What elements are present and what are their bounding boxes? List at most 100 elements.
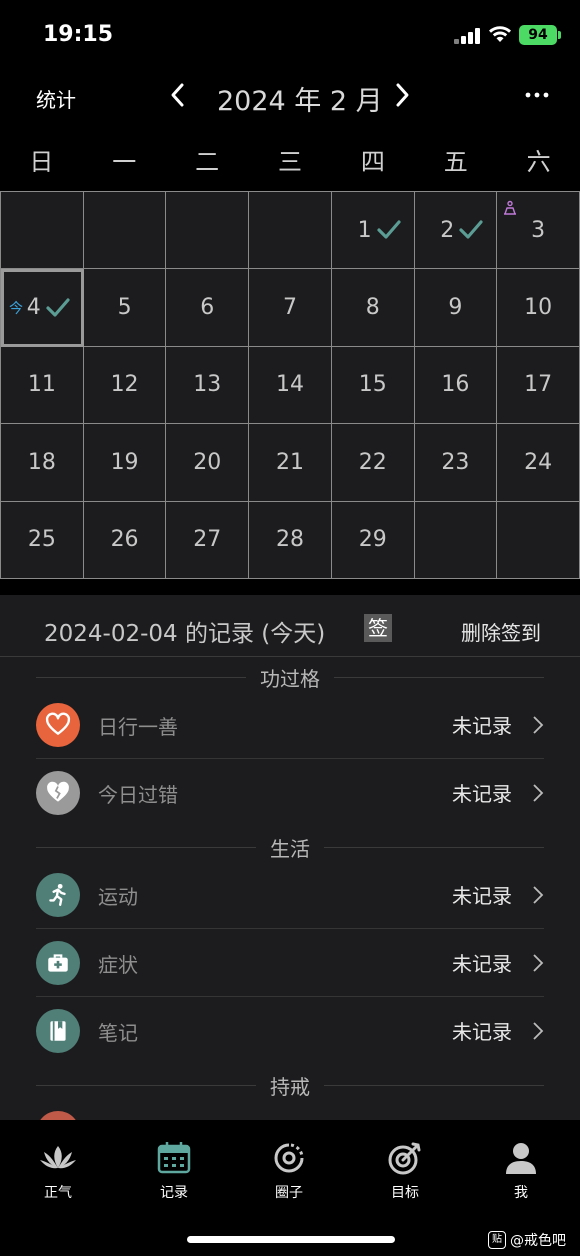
section-title: 生活 xyxy=(256,833,324,862)
meditation-badge-icon xyxy=(502,200,518,216)
checkin-check-icon xyxy=(376,217,402,243)
day-number: 19 xyxy=(110,449,139,475)
record-label: 日行一善 xyxy=(98,715,178,739)
calendar-empty-cell xyxy=(249,192,332,270)
lotus-icon xyxy=(38,1138,78,1178)
calendar-day-2[interactable]: 2 xyxy=(414,192,498,270)
more-options-icon[interactable] xyxy=(524,82,550,108)
calendar-day-9[interactable]: 9 xyxy=(414,269,498,347)
tab-lotus[interactable]: 正气 xyxy=(18,1138,98,1202)
calendar-day-14[interactable]: 14 xyxy=(249,346,332,425)
prev-month-chevron-icon[interactable] xyxy=(163,80,193,110)
day-number: 15 xyxy=(358,372,387,398)
day-number: 14 xyxy=(275,372,304,398)
calendar-empty-cell xyxy=(1,192,84,270)
calendar-nav-bar: 统计 2024 年 2 月 xyxy=(0,70,580,124)
chevron-right-icon xyxy=(533,954,544,972)
calendar-day-21[interactable]: 21 xyxy=(249,424,332,502)
status-bar: 19:15 94 xyxy=(0,0,580,70)
stats-button[interactable]: 统计 xyxy=(36,84,76,113)
calendar-day-23[interactable]: 23 xyxy=(414,424,498,502)
tab-calendar[interactable]: 记录 xyxy=(134,1138,214,1202)
today-tag: 今 xyxy=(9,300,23,317)
tab-circle[interactable]: 圈子 xyxy=(249,1138,329,1202)
calendar-day-11[interactable]: 11 xyxy=(1,346,84,425)
weekday-label: 六 xyxy=(526,148,551,176)
home-indicator xyxy=(187,1236,395,1243)
day-number: 11 xyxy=(27,372,56,398)
calendar-day-8[interactable]: 8 xyxy=(331,269,415,347)
weekday-header: 日一二三四五六 xyxy=(0,133,580,191)
record-value: 未记录 xyxy=(452,1020,512,1044)
battery-indicator: 94 xyxy=(519,25,561,45)
record-row-medkit[interactable]: 症状 未记录 xyxy=(36,929,544,997)
weekday-label: 三 xyxy=(278,148,302,176)
running-icon xyxy=(36,873,80,917)
calendar-day-17[interactable]: 17 xyxy=(497,346,580,425)
day-number: 21 xyxy=(275,449,304,475)
day-number: 23 xyxy=(441,449,470,475)
calendar-day-7[interactable]: 7 xyxy=(249,269,332,347)
day-number: 26 xyxy=(110,527,139,553)
chevron-right-icon xyxy=(533,1022,544,1040)
medkit-icon xyxy=(36,941,80,985)
tab-person[interactable]: 我 xyxy=(481,1138,561,1202)
calendar-day-29[interactable]: 29 xyxy=(331,501,415,579)
calendar-empty-cell xyxy=(414,501,498,579)
weekday-label: 二 xyxy=(195,148,220,176)
record-header: 2024-02-04 的记录 (今天) 签 删除签到 xyxy=(0,595,580,657)
calendar-day-16[interactable]: 16 xyxy=(414,346,498,425)
record-label: 今日过错 xyxy=(98,783,178,807)
calendar-day-25[interactable]: 25 xyxy=(1,501,84,579)
calendar-day-3[interactable]: 3 xyxy=(497,192,580,270)
day-number: 29 xyxy=(358,527,387,553)
record-value: 未记录 xyxy=(452,714,512,738)
calendar-day-5[interactable]: 5 xyxy=(83,269,167,347)
calendar-day-27[interactable]: 27 xyxy=(166,501,250,579)
weekday-label: 四 xyxy=(360,148,385,176)
calendar-empty-cell xyxy=(83,192,167,270)
weekday-label: 日 xyxy=(29,148,54,176)
calendar-day-18[interactable]: 18 xyxy=(1,424,84,502)
chevron-right-icon xyxy=(533,716,544,734)
tab-label: 圈子 xyxy=(275,1185,303,1201)
calendar-day-26[interactable]: 26 xyxy=(83,501,167,579)
checkin-check-icon xyxy=(45,295,71,321)
day-number: 10 xyxy=(524,295,553,321)
section-title: 功过格 xyxy=(246,663,334,692)
calendar-day-1[interactable]: 1 xyxy=(331,192,415,270)
target-icon xyxy=(385,1138,425,1178)
watermark-text: @戒色吧 xyxy=(510,1233,566,1249)
calendar-day-24[interactable]: 24 xyxy=(497,424,580,502)
record-value: 未记录 xyxy=(452,782,512,806)
calendar-day-13[interactable]: 13 xyxy=(166,346,250,425)
calendar-day-15[interactable]: 15 xyxy=(331,346,415,425)
tab-label: 记录 xyxy=(160,1185,188,1201)
broken-heart-icon xyxy=(36,771,80,815)
weekday-label: 一 xyxy=(112,148,137,176)
calendar-day-6[interactable]: 6 xyxy=(166,269,250,347)
status-time: 19:15 xyxy=(43,22,114,47)
daily-record-panel: 2024-02-04 的记录 (今天) 签 删除签到 功过格 日行一善 未记录 今日过… xyxy=(0,595,580,1155)
heart-icon xyxy=(36,703,80,747)
record-row-heart[interactable]: 日行一善 未记录 xyxy=(36,691,544,759)
calendar-day-10[interactable]: 10 xyxy=(497,269,580,347)
calendar-day-28[interactable]: 28 xyxy=(249,501,332,579)
day-number: 9 xyxy=(448,295,463,321)
next-month-chevron-icon[interactable] xyxy=(387,80,417,110)
calendar-day-20[interactable]: 20 xyxy=(166,424,250,502)
calendar-day-19[interactable]: 19 xyxy=(83,424,167,502)
calendar-day-12[interactable]: 12 xyxy=(83,346,167,425)
record-row-running[interactable]: 运动 未记录 xyxy=(36,861,544,929)
calendar-icon xyxy=(154,1138,194,1178)
day-number: 5 xyxy=(117,295,132,321)
record-row-notebook[interactable]: 笔记 未记录 xyxy=(36,997,544,1065)
calendar-day-4[interactable]: 4今 xyxy=(1,269,84,347)
day-number: 17 xyxy=(524,372,553,398)
day-number: 12 xyxy=(110,372,139,398)
tab-target[interactable]: 目标 xyxy=(365,1138,445,1202)
delete-checkin-button[interactable]: 删除签到 xyxy=(461,617,541,646)
calendar-day-22[interactable]: 22 xyxy=(331,424,415,502)
record-row-broken-heart[interactable]: 今日过错 未记录 xyxy=(36,759,544,827)
section-divider: 生活 xyxy=(36,833,544,862)
